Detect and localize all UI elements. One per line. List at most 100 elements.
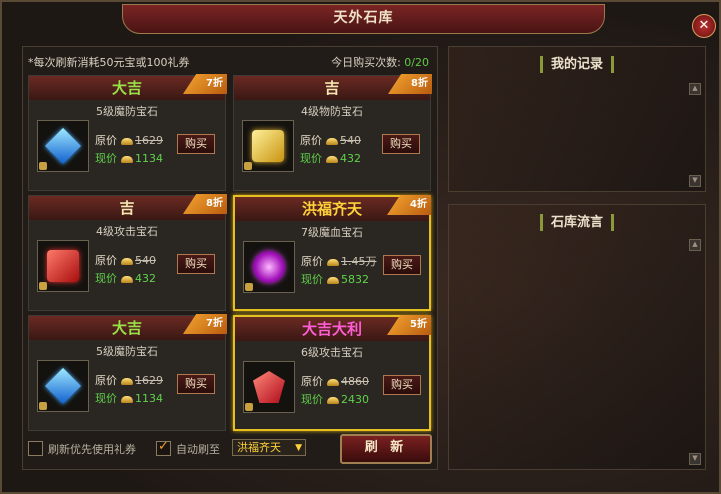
rumors-title: 石库流言 xyxy=(539,214,614,231)
current-price-label: 现价 xyxy=(95,272,117,285)
item-slot[interactable] xyxy=(243,241,295,293)
original-price-label: 原价 xyxy=(95,254,117,267)
lock-icon xyxy=(39,162,47,170)
buy-button[interactable]: 购买 xyxy=(383,375,421,395)
item-slot[interactable] xyxy=(37,360,89,412)
original-price-value: 540 xyxy=(135,254,156,267)
bottom-bar: 刷新优先使用礼券 自动刷至 洪福齐天 ▼ 刷 新 xyxy=(22,432,438,468)
current-price-label: 现价 xyxy=(300,152,322,165)
ingot-icon xyxy=(327,258,339,266)
auto-refresh-checkbox[interactable] xyxy=(156,439,171,456)
original-price-value: 4860 xyxy=(341,375,369,388)
ingot-icon xyxy=(121,377,133,385)
ingot-icon xyxy=(121,137,133,145)
scroll-up-icon[interactable]: ▲ xyxy=(689,239,701,251)
original-price: 原价 1.45万 xyxy=(301,253,377,269)
original-price: 原价 540 xyxy=(300,132,361,148)
auto-refresh-label: 自动刷至 xyxy=(176,443,220,456)
lock-icon xyxy=(245,403,253,411)
original-price-label: 原价 xyxy=(301,375,323,388)
original-price: 原价 1629 xyxy=(95,132,163,148)
item-name: 7级魔血宝石 xyxy=(301,226,363,239)
item-name: 5级魔防宝石 xyxy=(96,345,158,358)
ingot-icon xyxy=(121,257,133,265)
item-slot[interactable] xyxy=(37,120,89,172)
current-price-label: 现价 xyxy=(95,392,117,405)
purple-gem-icon xyxy=(253,251,285,283)
original-price-label: 原价 xyxy=(301,255,323,268)
scroll-down-icon[interactable]: ▼ xyxy=(689,175,701,187)
close-button[interactable]: ✕ xyxy=(692,14,716,38)
refresh-cost-note: *每次刷新消耗50元宝或100礼券 xyxy=(28,56,190,69)
original-price: 原价 1629 xyxy=(95,372,163,388)
ingot-icon xyxy=(327,276,339,284)
red-gem-icon xyxy=(47,250,79,282)
current-price: 现价 5832 xyxy=(301,271,369,287)
purchase-count: 今日购买次数: 0/20 xyxy=(331,54,429,70)
current-price-value: 432 xyxy=(340,152,361,165)
original-price-value: 540 xyxy=(340,134,361,147)
current-price-value: 5832 xyxy=(341,273,369,286)
lock-icon xyxy=(245,283,253,291)
ingot-icon xyxy=(121,155,133,163)
lock-icon xyxy=(39,402,47,410)
buy-button[interactable]: 购买 xyxy=(382,134,420,154)
item-card: 大吉 7折 5级魔防宝石 原价 1629 现价 1134 购买 xyxy=(28,74,227,191)
ingot-icon xyxy=(326,155,338,163)
item-card: 吉 8折 4级物防宝石 原价 540 现价 432 购买 xyxy=(233,74,432,191)
item-name: 5级魔防宝石 xyxy=(96,105,158,118)
lock-icon xyxy=(39,282,47,290)
item-name: 4级攻击宝石 xyxy=(96,225,158,238)
buy-button[interactable]: 购买 xyxy=(177,134,215,154)
prefer-coupon-label: 刷新优先使用礼券 xyxy=(48,443,136,456)
prefer-coupon-checkbox[interactable] xyxy=(28,441,43,456)
auto-refresh-value: 洪福齐天 xyxy=(237,441,281,454)
item-slot[interactable] xyxy=(243,361,295,413)
purchase-count-value: 0/20 xyxy=(404,56,429,69)
scroll-up-icon[interactable]: ▲ xyxy=(689,83,701,95)
current-price-label: 现价 xyxy=(95,152,117,165)
blue-gem-icon xyxy=(44,367,82,405)
item-card: 大吉大利 5折 6级攻击宝石 原价 4860 现价 2430 购买 xyxy=(233,315,431,431)
buy-button[interactable]: 购买 xyxy=(177,254,215,274)
current-price-label: 现价 xyxy=(301,393,323,406)
scroll-down-icon[interactable]: ▼ xyxy=(689,453,701,465)
my-records-title: 我的记录 xyxy=(539,56,614,73)
ingot-icon xyxy=(121,395,133,403)
item-card: 吉 8折 4级攻击宝石 原价 540 现价 432 购买 xyxy=(28,194,227,311)
chevron-down-icon: ▼ xyxy=(295,443,302,453)
original-price-label: 原价 xyxy=(95,374,117,387)
current-price-value: 1134 xyxy=(135,392,163,405)
ingot-icon xyxy=(327,378,339,386)
item-name: 6级攻击宝石 xyxy=(301,346,363,359)
item-slot[interactable] xyxy=(37,240,89,292)
current-price: 现价 1134 xyxy=(95,390,163,406)
ingot-icon xyxy=(121,275,133,283)
original-price-value: 1629 xyxy=(135,374,163,387)
original-price-label: 原价 xyxy=(95,134,117,147)
current-price-value: 1134 xyxy=(135,152,163,165)
item-card: 洪福齐天 4折 7级魔血宝石 原价 1.45万 现价 5832 购买 xyxy=(233,195,431,311)
red-crystal-gem-icon xyxy=(253,371,285,403)
buy-button[interactable]: 购买 xyxy=(383,255,421,275)
my-records-panel: 我的记录 ▲ ▼ xyxy=(448,46,706,192)
current-price: 现价 2430 xyxy=(301,391,369,407)
yellow-gem-icon xyxy=(252,130,284,162)
ingot-icon xyxy=(327,396,339,404)
auto-refresh-select[interactable]: 洪福齐天 ▼ xyxy=(232,439,306,456)
shop-panel: *每次刷新消耗50元宝或100礼券 今日购买次数: 0/20 大吉 7折 5级魔… xyxy=(22,46,438,470)
buy-button[interactable]: 购买 xyxy=(177,374,215,394)
blue-gem-icon xyxy=(44,127,82,165)
current-price: 现价 432 xyxy=(95,270,156,286)
original-price-value: 1629 xyxy=(135,134,163,147)
item-card: 大吉 7折 5级魔防宝石 原价 1629 现价 1134 购买 xyxy=(28,314,227,431)
current-price-label: 现价 xyxy=(301,273,323,286)
item-slot[interactable] xyxy=(242,120,294,172)
refresh-button[interactable]: 刷 新 xyxy=(340,434,432,464)
rumors-panel: 石库流言 ▲ ▼ xyxy=(448,204,706,470)
original-price-label: 原价 xyxy=(300,134,322,147)
ingot-icon xyxy=(326,137,338,145)
window-title: 天外石库 xyxy=(122,4,605,34)
original-price-value: 1.45万 xyxy=(341,255,377,268)
purchase-count-label: 今日购买次数: xyxy=(331,56,401,69)
